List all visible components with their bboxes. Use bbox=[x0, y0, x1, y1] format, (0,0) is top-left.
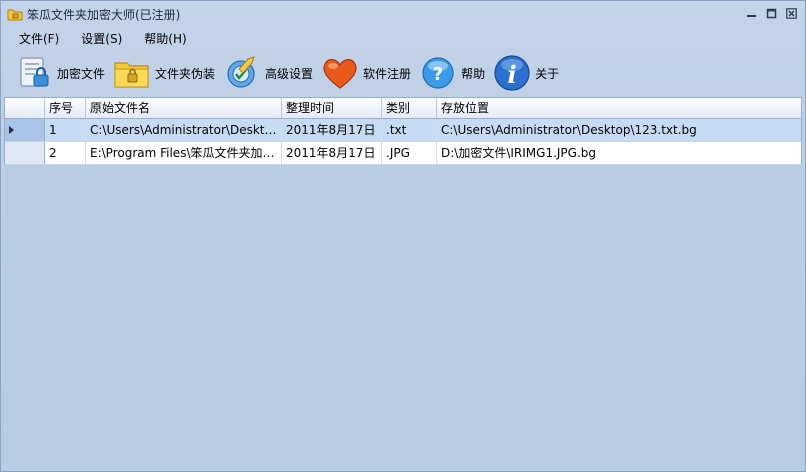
help-label: 帮助 bbox=[461, 66, 486, 81]
encrypt-file-icon bbox=[15, 54, 53, 92]
folder-disguise-icon bbox=[113, 54, 151, 92]
about-label: 关于 bbox=[535, 66, 560, 81]
close-button[interactable] bbox=[784, 6, 799, 20]
info-icon: i bbox=[493, 54, 531, 92]
cell-time[interactable]: 2011年8月17日 bbox=[282, 142, 382, 164]
table-row[interactable]: 1 C:\Users\Administrator\Desktop\... 201… bbox=[4, 119, 802, 142]
minimize-icon bbox=[747, 14, 756, 17]
help-icon: ? bbox=[419, 54, 457, 92]
cell-location[interactable]: D:\加密文件\IRIMG1.JPG.bg bbox=[437, 142, 801, 164]
folder-lock-app-icon bbox=[7, 7, 23, 21]
register-software-button[interactable]: 软件注册 bbox=[321, 53, 411, 93]
column-header-index[interactable]: 序号 bbox=[45, 98, 86, 118]
svg-text:i: i bbox=[508, 60, 517, 89]
file-grid: 序号 原始文件名 整理时间 类别 存放位置 1 C:\Users\Adminis… bbox=[4, 97, 802, 471]
column-header-type[interactable]: 类别 bbox=[382, 98, 437, 118]
maximize-icon bbox=[766, 8, 777, 18]
main-window: 笨瓜文件夹加密大师(已注册) 文件(F) 设置(S) 帮助(H) 加密文件 文件… bbox=[0, 0, 806, 472]
cell-index[interactable]: 1 bbox=[45, 119, 86, 141]
toolbar: 加密文件 文件夹伪装 高级设置 软件注册 ? 帮助 i 关于 bbox=[1, 51, 805, 95]
encrypt-file-label: 加密文件 bbox=[57, 66, 106, 81]
folder-disguise-label: 文件夹伪装 bbox=[155, 66, 216, 81]
cell-filename[interactable]: E:\Program Files\笨瓜文件夹加密... bbox=[86, 142, 282, 164]
menu-settings[interactable]: 设置(S) bbox=[73, 28, 130, 49]
cell-filename[interactable]: C:\Users\Administrator\Desktop\... bbox=[86, 119, 282, 141]
column-header-location[interactable]: 存放位置 bbox=[437, 98, 801, 118]
cell-type[interactable]: .txt bbox=[382, 119, 437, 141]
grid-header: 序号 原始文件名 整理时间 类别 存放位置 bbox=[4, 97, 802, 119]
minimize-button[interactable] bbox=[744, 6, 759, 20]
close-icon bbox=[786, 7, 797, 19]
window-controls bbox=[744, 6, 799, 20]
table-row[interactable]: 2 E:\Program Files\笨瓜文件夹加密... 2011年8月17日… bbox=[4, 142, 802, 165]
column-header-filename[interactable]: 原始文件名 bbox=[86, 98, 282, 118]
current-row-arrow-icon bbox=[9, 126, 14, 134]
cell-index[interactable]: 2 bbox=[45, 142, 86, 164]
row-selector[interactable] bbox=[5, 119, 45, 141]
about-button[interactable]: i 关于 bbox=[493, 53, 559, 93]
advanced-settings-icon bbox=[223, 54, 261, 92]
window-title: 笨瓜文件夹加密大师(已注册) bbox=[27, 7, 181, 22]
advanced-settings-label: 高级设置 bbox=[265, 66, 314, 81]
advanced-settings-button[interactable]: 高级设置 bbox=[223, 53, 313, 93]
cell-time[interactable]: 2011年8月17日 bbox=[282, 119, 382, 141]
folder-disguise-button[interactable]: 文件夹伪装 bbox=[113, 53, 215, 93]
title-bar[interactable]: 笨瓜文件夹加密大师(已注册) bbox=[1, 1, 805, 27]
svg-text:?: ? bbox=[433, 64, 443, 85]
heart-icon bbox=[321, 54, 359, 92]
maximize-button[interactable] bbox=[764, 6, 779, 20]
row-header-corner bbox=[5, 98, 45, 118]
column-header-time[interactable]: 整理时间 bbox=[282, 98, 382, 118]
register-software-label: 软件注册 bbox=[363, 66, 412, 81]
row-selector[interactable] bbox=[5, 142, 45, 164]
cell-type[interactable]: .JPG bbox=[382, 142, 437, 164]
cell-location[interactable]: C:\Users\Administrator\Desktop\123.txt.b… bbox=[437, 119, 801, 141]
menu-bar: 文件(F) 设置(S) 帮助(H) bbox=[1, 27, 805, 49]
menu-file[interactable]: 文件(F) bbox=[11, 28, 67, 49]
help-button[interactable]: ? 帮助 bbox=[419, 53, 485, 93]
menu-help[interactable]: 帮助(H) bbox=[136, 28, 194, 49]
encrypt-file-button[interactable]: 加密文件 bbox=[15, 53, 105, 93]
